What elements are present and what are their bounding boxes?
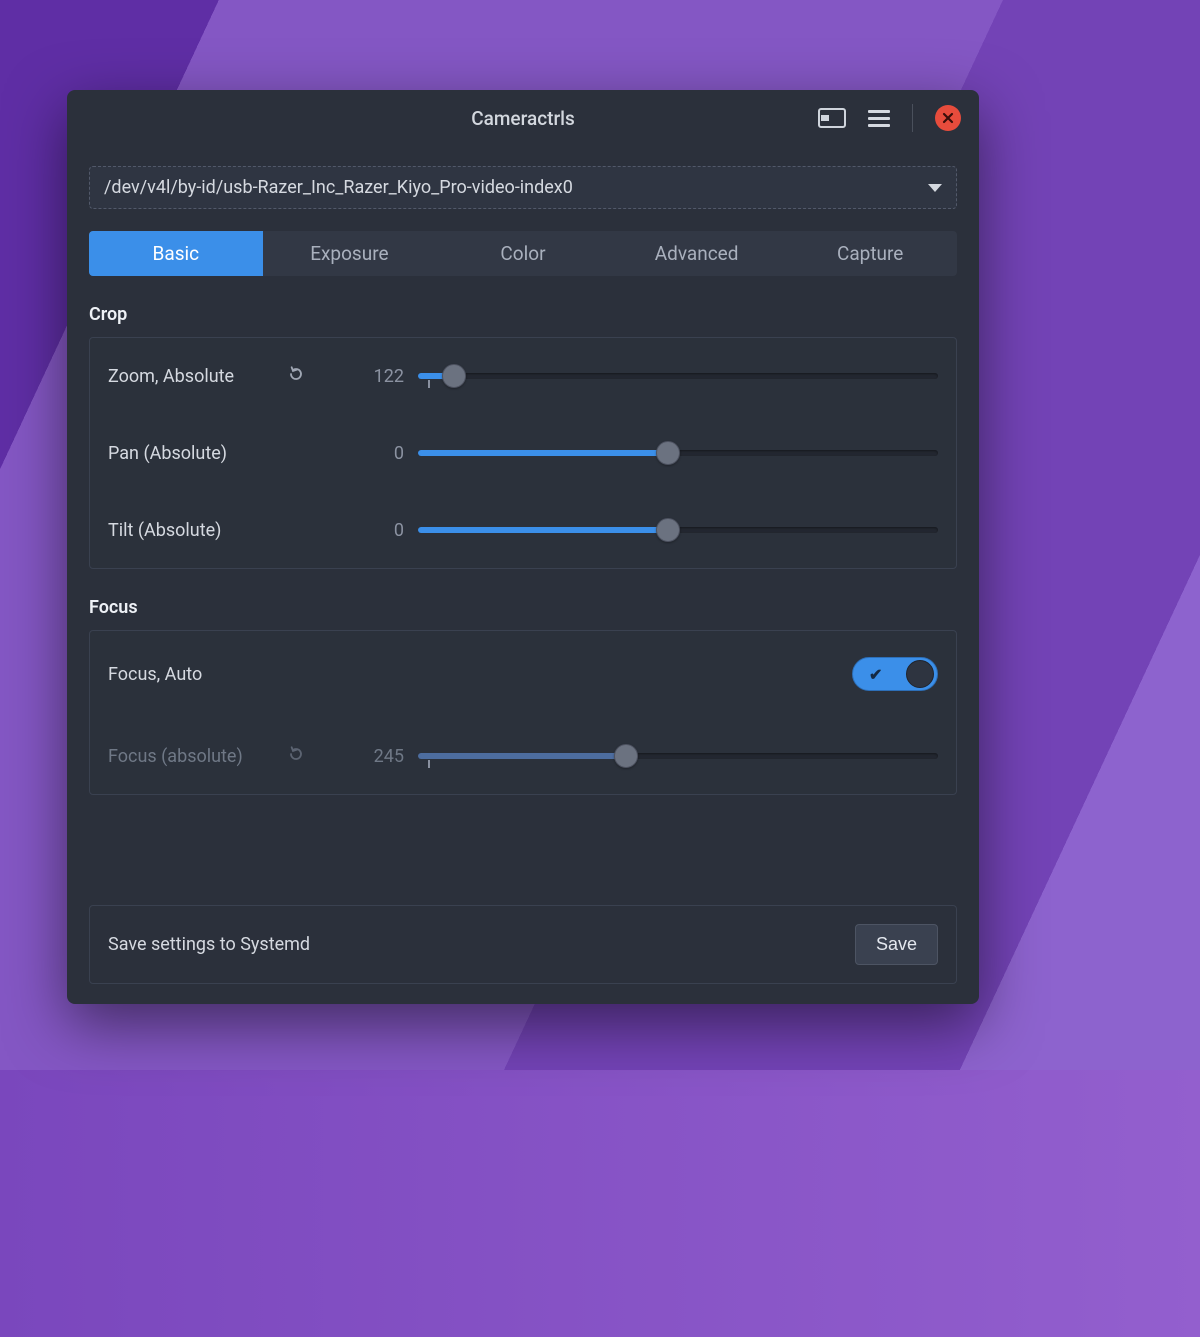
save-label: Save settings to Systemd — [108, 934, 855, 955]
focus-auto-label: Focus, Auto — [108, 664, 288, 685]
hamburger-menu-icon[interactable] — [868, 110, 890, 127]
section-focus-title: Focus — [89, 597, 957, 618]
pan-value: 0 — [348, 443, 418, 464]
zoom-row: Zoom, Absolute 122 — [90, 338, 956, 414]
focus-abs-row: Focus (absolute) 245 — [90, 717, 956, 794]
focus-abs-slider — [418, 744, 938, 768]
desktop-wallpaper-bottom — [0, 1070, 1200, 1337]
device-dropdown[interactable]: /dev/v4l/by-id/usb-Razer_Inc_Razer_Kiyo_… — [89, 166, 957, 209]
crop-panel: Zoom, Absolute 122 Pan (Absolute) — [89, 337, 957, 569]
pan-row: Pan (Absolute) 0 — [90, 414, 956, 491]
zoom-reset-icon[interactable] — [288, 366, 348, 386]
check-icon: ✔ — [869, 665, 882, 684]
focus-panel: Focus, Auto ✔ Focus (absolute) 245 — [89, 630, 957, 795]
focus-abs-label: Focus (absolute) — [108, 746, 288, 767]
tilt-label: Tilt (Absolute) — [108, 520, 288, 541]
titlebar-separator — [912, 104, 913, 132]
save-button[interactable]: Save — [855, 924, 938, 965]
tilt-slider[interactable] — [418, 518, 938, 542]
tab-advanced[interactable]: Advanced — [610, 231, 784, 276]
close-button[interactable] — [935, 105, 961, 131]
tilt-value: 0 — [348, 520, 418, 541]
tab-basic[interactable]: Basic — [89, 231, 263, 276]
titlebar[interactable]: Cameractrls — [67, 90, 979, 146]
tab-color[interactable]: Color — [436, 231, 610, 276]
focus-abs-value: 245 — [348, 746, 418, 767]
zoom-slider[interactable] — [418, 364, 938, 388]
focus-auto-row: Focus, Auto ✔ — [90, 631, 956, 717]
zoom-value: 122 — [348, 366, 418, 387]
tab-exposure[interactable]: Exposure — [263, 231, 437, 276]
section-crop-title: Crop — [89, 304, 957, 325]
tab-bar: Basic Exposure Color Advanced Capture — [89, 231, 957, 276]
save-bar: Save settings to Systemd Save — [89, 905, 957, 984]
chevron-down-icon — [928, 184, 942, 192]
tilt-row: Tilt (Absolute) 0 — [90, 491, 956, 568]
tab-capture[interactable]: Capture — [783, 231, 957, 276]
device-path: /dev/v4l/by-id/usb-Razer_Inc_Razer_Kiyo_… — [104, 177, 573, 198]
cameractrls-window: Cameractrls /dev/v4l/by-id/usb-Razer_Inc… — [67, 90, 979, 1004]
focus-abs-reset-icon — [288, 746, 348, 766]
pan-slider[interactable] — [418, 441, 938, 465]
picture-in-picture-icon[interactable] — [818, 108, 846, 128]
zoom-label: Zoom, Absolute — [108, 366, 288, 387]
pan-label: Pan (Absolute) — [108, 443, 288, 464]
focus-auto-toggle[interactable]: ✔ — [852, 657, 938, 691]
